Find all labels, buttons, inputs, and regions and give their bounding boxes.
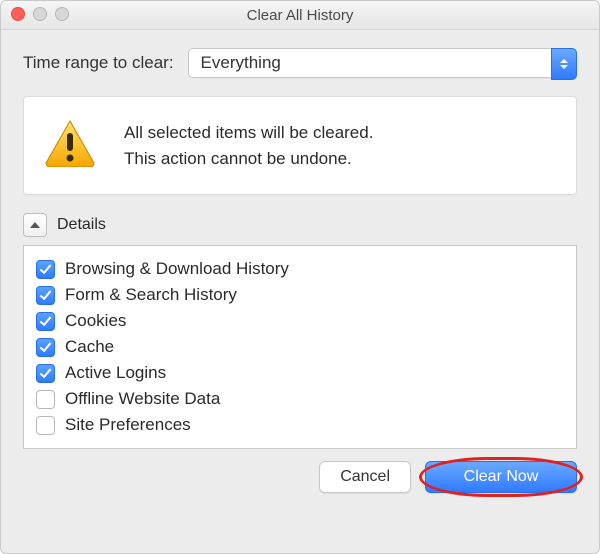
checkmark-icon	[40, 262, 52, 274]
time-range-row: Time range to clear: Everything	[23, 48, 577, 78]
details-item: Browsing & Download History	[36, 256, 564, 282]
time-range-label: Time range to clear:	[23, 53, 174, 73]
details-item: Active Logins	[36, 360, 564, 386]
details-checkbox[interactable]	[36, 416, 55, 435]
details-checkbox[interactable]	[36, 338, 55, 357]
details-item-label: Offline Website Data	[65, 389, 220, 409]
details-header: Details	[23, 213, 577, 237]
details-item-label: Browsing & Download History	[65, 259, 289, 279]
chevron-up-icon	[560, 59, 568, 63]
window-minimize-button[interactable]	[33, 7, 47, 21]
details-item-label: Cache	[65, 337, 114, 357]
select-stepper-icon	[551, 48, 577, 80]
warning-panel: All selected items will be cleared. This…	[23, 96, 577, 195]
clear-now-button[interactable]: Clear Now	[425, 461, 577, 493]
details-checkbox[interactable]	[36, 390, 55, 409]
time-range-select[interactable]: Everything	[188, 48, 577, 78]
window-close-button[interactable]	[11, 7, 25, 21]
dialog-content: Time range to clear: Everything	[1, 30, 599, 449]
details-item: Offline Website Data	[36, 386, 564, 412]
details-disclosure-button[interactable]	[23, 213, 47, 237]
chevron-down-icon	[560, 65, 568, 69]
warning-text: All selected items will be cleared. This…	[124, 120, 373, 171]
checkmark-icon	[40, 366, 52, 378]
details-list: Browsing & Download History Form & Search…	[23, 245, 577, 449]
checkmark-icon	[40, 314, 52, 326]
details-checkbox[interactable]	[36, 364, 55, 383]
details-item-label: Site Preferences	[65, 415, 191, 435]
dialog-footer: Cancel Clear Now	[1, 449, 599, 509]
details-item-label: Cookies	[65, 311, 126, 331]
time-range-selected-value: Everything	[188, 48, 577, 78]
details-item: Site Preferences	[36, 412, 564, 438]
details-item: Form & Search History	[36, 282, 564, 308]
details-checkbox[interactable]	[36, 260, 55, 279]
details-item-label: Form & Search History	[65, 285, 237, 305]
chevron-up-icon	[30, 222, 40, 228]
dialog-window: Clear All History Time range to clear: E…	[0, 0, 600, 554]
window-zoom-button[interactable]	[55, 7, 69, 21]
details-label: Details	[57, 216, 106, 234]
checkmark-icon	[40, 288, 52, 300]
clear-now-highlight: Clear Now	[425, 461, 577, 493]
titlebar: Clear All History	[1, 1, 599, 30]
warning-line-1: All selected items will be cleared.	[124, 120, 373, 146]
checkmark-icon	[40, 340, 52, 352]
details-checkbox[interactable]	[36, 286, 55, 305]
details-item: Cache	[36, 334, 564, 360]
details-checkbox[interactable]	[36, 312, 55, 331]
details-item-label: Active Logins	[65, 363, 166, 383]
warning-icon	[44, 119, 96, 172]
warning-line-2: This action cannot be undone.	[124, 146, 373, 172]
window-title: Clear All History	[247, 7, 354, 24]
details-item: Cookies	[36, 308, 564, 334]
window-traffic-lights	[11, 7, 69, 21]
cancel-button[interactable]: Cancel	[319, 461, 411, 493]
